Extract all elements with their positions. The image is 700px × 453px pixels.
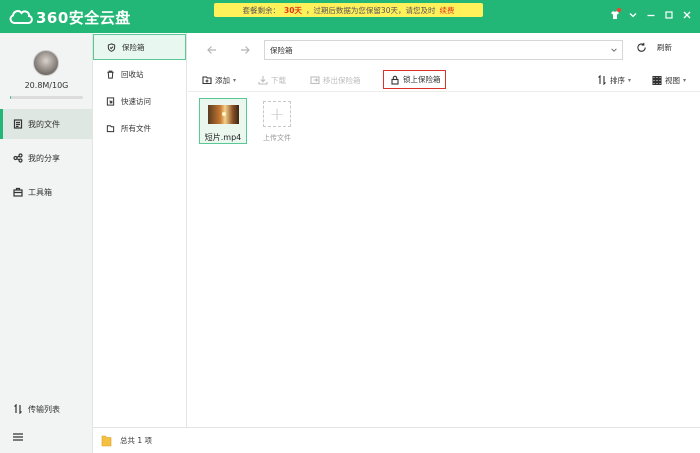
forward-button[interactable] bbox=[237, 42, 253, 58]
minimize-button[interactable] bbox=[642, 7, 660, 23]
path-input[interactable]: 保险箱 bbox=[264, 40, 623, 60]
category-label: 快速访问 bbox=[121, 96, 151, 106]
category-safe-box[interactable]: 保险箱 bbox=[93, 34, 186, 60]
lock-icon bbox=[391, 75, 399, 85]
view-dropdown-icon: ▾ bbox=[683, 76, 687, 84]
move-out-icon bbox=[310, 76, 320, 85]
chevron-down-icon bbox=[610, 48, 617, 52]
sort-label: 排序 bbox=[610, 75, 625, 85]
notice-prefix: 套餐剩余： bbox=[242, 5, 281, 15]
toolbox-icon bbox=[13, 187, 23, 197]
skin-button[interactable] bbox=[606, 7, 624, 23]
trash-icon bbox=[107, 70, 114, 79]
file-name: 短片.mp4 bbox=[204, 133, 242, 142]
category-all-files[interactable]: 所有文件 bbox=[93, 115, 186, 141]
refresh-button[interactable]: 刷新 bbox=[636, 42, 672, 53]
avatar[interactable] bbox=[33, 50, 59, 76]
window-controls bbox=[606, 7, 696, 23]
download-label: 下载 bbox=[271, 75, 286, 85]
close-icon bbox=[683, 11, 691, 19]
left-sidebar: 20.8M/10G 我的文件 我的分享 工具箱 传输列表 bbox=[0, 33, 93, 453]
sort-dropdown-icon: ▾ bbox=[628, 76, 632, 84]
nav-item-label: 我的分享 bbox=[28, 153, 60, 163]
path-text: 保险箱 bbox=[270, 45, 293, 55]
folder-add-icon bbox=[202, 76, 212, 85]
quota-progress-fill bbox=[10, 96, 12, 99]
nav-item-label: 工具箱 bbox=[28, 187, 52, 197]
status-bar: 总共 1 项 bbox=[93, 427, 700, 453]
file-toolbar: 添加 ▾ 下载 移出保险箱 锁上保险箱 排序 ▾ 视图 ▾ bbox=[188, 68, 700, 92]
sort-icon bbox=[598, 75, 606, 85]
nav-item-label: 我的文件 bbox=[28, 119, 60, 129]
move-out-label: 移出保险箱 bbox=[323, 75, 361, 85]
back-button[interactable] bbox=[204, 42, 220, 58]
refresh-icon bbox=[637, 42, 646, 52]
menu-icon[interactable] bbox=[12, 431, 24, 443]
video-thumbnail bbox=[207, 105, 239, 124]
subscription-notice: 套餐剩余： 30天 ，过期后数据为您保留30天，请您及时 续费 bbox=[214, 3, 483, 17]
add-label: 添加 bbox=[215, 75, 230, 85]
upload-label: 上传文件 bbox=[263, 134, 291, 142]
category-label: 所有文件 bbox=[121, 123, 151, 133]
shield-icon bbox=[107, 42, 116, 52]
close-button[interactable] bbox=[678, 7, 696, 23]
add-dropdown-icon: ▾ bbox=[233, 76, 237, 84]
pin-icon bbox=[106, 96, 115, 106]
maximize-icon bbox=[665, 11, 673, 19]
download-icon bbox=[258, 76, 268, 85]
category-label: 保险箱 bbox=[122, 42, 145, 52]
transfer-icon bbox=[14, 404, 22, 414]
notice-text: ，过期后数据为您保留30天，请您及时 bbox=[305, 5, 436, 15]
file-item[interactable]: 短片.mp4 bbox=[199, 98, 247, 144]
arrow-right-icon bbox=[241, 46, 250, 54]
refresh-label: 刷新 bbox=[657, 43, 672, 52]
quota-progress-bar bbox=[10, 96, 83, 99]
category-quick-access[interactable]: 快速访问 bbox=[93, 88, 186, 114]
folder-icon bbox=[106, 124, 115, 132]
renew-link[interactable]: 续费 bbox=[439, 5, 454, 16]
chevron-down-icon bbox=[629, 13, 637, 18]
category-panel: 保险箱 回收站 快速访问 所有文件 bbox=[93, 33, 187, 427]
move-out-button[interactable]: 移出保险箱 bbox=[310, 71, 361, 89]
address-bar: 保险箱 刷新 bbox=[188, 37, 700, 63]
file-icon bbox=[13, 119, 23, 129]
settings-menu-button[interactable] bbox=[624, 7, 642, 23]
storage-quota: 20.8M/10G bbox=[24, 81, 69, 90]
cloud-logo-icon bbox=[9, 10, 33, 24]
arrow-left-icon bbox=[207, 46, 216, 54]
item-count: 总共 1 项 bbox=[120, 436, 153, 445]
path-dropdown-button[interactable] bbox=[605, 41, 622, 59]
lock-safe-button[interactable]: 锁上保险箱 bbox=[383, 70, 446, 89]
notice-days: 30天 bbox=[284, 5, 302, 15]
maximize-button[interactable] bbox=[660, 7, 678, 23]
upload-file-button[interactable]: + 上传文件 bbox=[258, 98, 296, 144]
sort-button[interactable]: 排序 ▾ bbox=[597, 71, 631, 89]
view-label: 视图 bbox=[665, 75, 680, 85]
nav-item-my-shares[interactable]: 我的分享 bbox=[0, 143, 93, 173]
grid-view-icon bbox=[652, 75, 662, 85]
transfer-list-label: 传输列表 bbox=[28, 404, 60, 414]
add-button[interactable]: 添加 ▾ bbox=[202, 71, 236, 89]
download-button[interactable]: 下载 bbox=[258, 71, 286, 89]
nav-item-my-files[interactable]: 我的文件 bbox=[0, 109, 93, 139]
lock-safe-label: 锁上保险箱 bbox=[403, 75, 441, 84]
title-bar: 360安全云盘 套餐剩余： 30天 ，过期后数据为您保留30天，请您及时 续费 bbox=[0, 0, 700, 33]
category-label: 回收站 bbox=[121, 69, 144, 79]
view-button[interactable]: 视图 ▾ bbox=[652, 71, 686, 89]
plus-icon: + bbox=[263, 101, 291, 127]
category-recycle-bin[interactable]: 回收站 bbox=[93, 61, 186, 87]
nav-item-toolbox[interactable]: 工具箱 bbox=[0, 177, 93, 207]
folder-icon bbox=[101, 435, 112, 447]
app-title: 360安全云盘 bbox=[36, 8, 131, 27]
share-icon bbox=[13, 153, 23, 163]
transfer-list-button[interactable]: 传输列表 bbox=[0, 394, 93, 424]
app-logo: 360安全云盘 bbox=[8, 6, 131, 28]
notification-dot bbox=[617, 8, 621, 12]
minimize-icon bbox=[647, 14, 655, 17]
